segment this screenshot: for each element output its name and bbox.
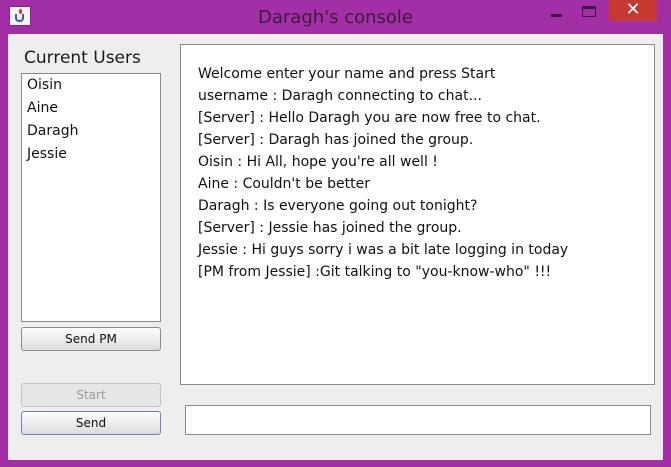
user-list-item[interactable]: Aine — [22, 97, 160, 120]
chat-console-window: Daragh's console ✕ Current Users Oisin A… — [0, 0, 671, 467]
message-input[interactable] — [185, 405, 651, 435]
chat-message: [Server] : Hello Daragh you are now free… — [198, 110, 541, 126]
chat-message: [Server] : Daragh has joined the group. — [198, 132, 474, 148]
chat-message: Oisin : Hi All, hope you're all well ! — [198, 154, 438, 170]
chat-message: Welcome enter your name and press Start — [198, 66, 496, 82]
user-list-item[interactable]: Jessie — [22, 143, 160, 166]
close-icon: ✕ — [625, 0, 641, 20]
users-list[interactable]: Oisin Aine Daragh Jessie — [21, 73, 161, 322]
user-list-item[interactable]: Oisin — [22, 74, 160, 97]
minimize-icon — [551, 14, 562, 17]
chat-message: [PM from Jessie] :Git talking to "you-kn… — [198, 264, 552, 280]
client-area: Current Users Oisin Aine Daragh Jessie S… — [8, 34, 663, 460]
chat-message: Aine : Couldn't be better — [198, 176, 371, 192]
maximize-button[interactable] — [573, 0, 605, 22]
chat-message: Jessie : Hi guys sorry i was a bit late … — [198, 242, 569, 258]
chat-message: Daragh : Is everyone going out tonight? — [198, 198, 478, 214]
close-button[interactable]: ✕ — [609, 0, 657, 21]
user-list-item[interactable]: Daragh — [22, 120, 160, 143]
chat-message: username : Daragh connecting to chat... — [198, 88, 482, 104]
send-button[interactable]: Send — [21, 411, 161, 435]
users-panel-title: Current Users — [24, 48, 141, 68]
maximize-icon — [582, 6, 596, 17]
chat-message: [Server] : Jessie has joined the group. — [198, 220, 462, 236]
send-pm-button[interactable]: Send PM — [21, 327, 161, 351]
minimize-button[interactable] — [540, 0, 572, 22]
title-bar[interactable]: Daragh's console ✕ — [0, 0, 671, 34]
start-button[interactable]: Start — [21, 383, 161, 407]
chat-log[interactable]: Welcome enter your name and press Start … — [180, 44, 655, 385]
